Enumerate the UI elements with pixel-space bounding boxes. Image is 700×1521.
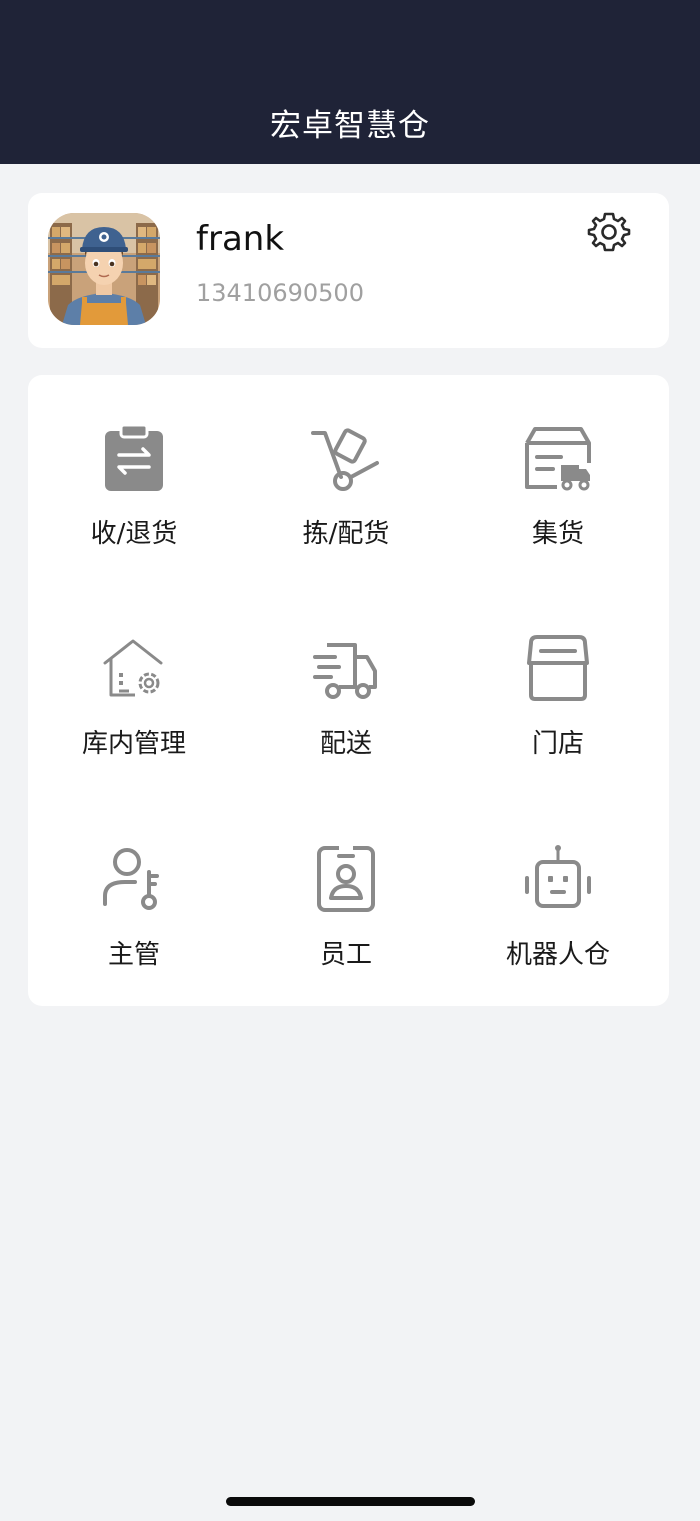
menu-item-label: 库内管理 [81,729,186,759]
menu-item-receive-return[interactable]: 收/退货 [28,375,240,565]
user-name: frank [196,219,285,259]
menu-item-label: 收/退货 [90,519,178,549]
home-indicator[interactable] [226,1497,475,1506]
menu-item-employee[interactable]: 员工 [240,796,452,986]
menu-item-robot-warehouse[interactable]: 机器人仓 [452,796,664,986]
profile-card[interactable]: frank 13410690500 [28,193,669,348]
menu-item-warehouse-mgmt[interactable]: 库内管理 [28,585,240,775]
user-phone: 13410690500 [196,279,364,307]
menu-item-label: 门店 [531,729,584,759]
page-title: 宏卓智慧仓 [270,108,430,144]
menu-item-label: 员工 [319,940,372,970]
menu-item-label: 配送 [319,729,372,759]
menu-item-label: 机器人仓 [505,940,610,970]
user-key-icon [99,844,169,914]
menu-item-consolidation[interactable]: 集货 [452,375,664,565]
settings-button[interactable] [586,209,632,255]
box-truck-icon [523,423,593,493]
hand-truck-icon [311,423,381,493]
gear-icon [586,212,632,259]
warehouse-settings-icon [99,633,169,703]
store-icon [523,633,593,703]
menu-item-supervisor[interactable]: 主管 [28,796,240,986]
menu-grid: 收/退货 拣/配货 集货 库内管理 配送 门店 主管 员工 机器人仓 [28,375,669,1006]
menu-item-picking[interactable]: 拣/配货 [240,375,452,565]
employee-badge-icon [311,844,381,914]
app-header: 宏卓智慧仓 [0,0,700,164]
menu-item-store[interactable]: 门店 [452,585,664,775]
menu-item-label: 集货 [531,519,584,549]
delivery-truck-icon [311,633,381,703]
avatar[interactable] [48,213,160,325]
clipboard-exchange-icon [99,423,169,493]
robot-icon [523,844,593,914]
menu-item-label: 主管 [107,940,160,970]
menu-item-delivery[interactable]: 配送 [240,585,452,775]
menu-item-label: 拣/配货 [302,519,390,549]
